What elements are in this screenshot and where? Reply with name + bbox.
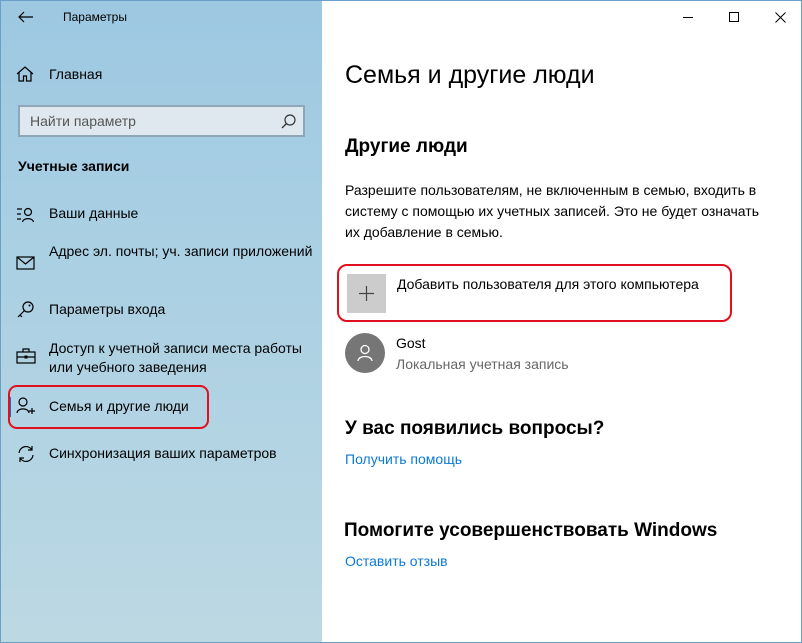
nav-home[interactable]: Главная [1, 59, 322, 89]
sidebar-item-your-info[interactable]: Ваши данные [1, 203, 322, 225]
other-people-title: Другие люди [345, 136, 468, 157]
description: Разрешите пользователям, не включенным в… [345, 182, 759, 240]
feedback-link[interactable]: Оставить отзыв [345, 553, 448, 569]
search-icon [281, 114, 296, 129]
section-title: Учетные записи [18, 158, 130, 174]
questions-title: У вас появились вопросы? [345, 418, 605, 439]
person-lines-icon [17, 207, 35, 223]
close-icon [774, 11, 786, 23]
mail-icon [16, 256, 35, 270]
user-account-type: Локальная учетная запись [396, 356, 569, 372]
add-user-label: Добавить пользователя для этого компьюте… [397, 276, 699, 292]
sidebar-item-sync[interactable]: Синхронизация ваших параметров [1, 443, 322, 465]
plus-icon [359, 286, 374, 301]
close-button[interactable] [757, 1, 801, 33]
key-icon [17, 301, 34, 318]
app-title: Параметры [63, 10, 127, 24]
window-controls [665, 1, 801, 33]
user-icon [357, 344, 373, 362]
sidebar: Параметры Главная Найти параметр Учетные… [1, 1, 322, 642]
minimize-button[interactable] [665, 1, 711, 33]
page-title: Семья и другие люди [345, 61, 595, 89]
back-button[interactable] [12, 5, 40, 29]
back-arrow-icon [18, 11, 33, 23]
improve-title: Помогите усовершенствовать Windows [344, 520, 718, 541]
maximize-button[interactable] [711, 1, 757, 33]
settings-window: Параметры Главная Найти параметр Учетные… [0, 0, 802, 643]
highlight-annotation [8, 385, 209, 429]
avatar[interactable] [345, 333, 385, 373]
add-tile [347, 274, 386, 313]
main-content: Семья и другие люди Другие люди Разрешит… [322, 1, 801, 642]
add-user-button[interactable]: Добавить пользователя для этого компьюте… [337, 264, 732, 322]
briefcase-icon [16, 348, 36, 364]
sidebar-item-label: Ваши данные [49, 205, 139, 221]
search-placeholder: Найти параметр [30, 113, 136, 129]
home-icon [16, 66, 34, 82]
user-name[interactable]: Gost [396, 335, 426, 351]
nav-home-label: Главная [49, 66, 103, 82]
sidebar-item-work-access[interactable]: Доступ к учетной записи места работы или… [1, 339, 322, 379]
get-help-link[interactable]: Получить помощь [345, 451, 462, 467]
minimize-icon [682, 16, 693, 18]
sidebar-item-sign-in-options[interactable]: Параметры входа [1, 299, 322, 321]
sidebar-item-label: Адрес эл. почты; уч. записи приложений [49, 243, 313, 259]
sidebar-item-label: Параметры входа [49, 301, 166, 317]
sidebar-item-label: Доступ к учетной записи места работы или… [49, 340, 302, 375]
title-bar: Параметры [1, 1, 322, 33]
search-input[interactable]: Найти параметр [18, 105, 305, 137]
sync-icon [18, 445, 34, 463]
maximize-icon [728, 11, 739, 22]
sidebar-item-label: Синхронизация ваших параметров [49, 445, 277, 461]
sidebar-item-email-accounts[interactable]: Адрес эл. почты; уч. записи приложений [1, 242, 322, 282]
